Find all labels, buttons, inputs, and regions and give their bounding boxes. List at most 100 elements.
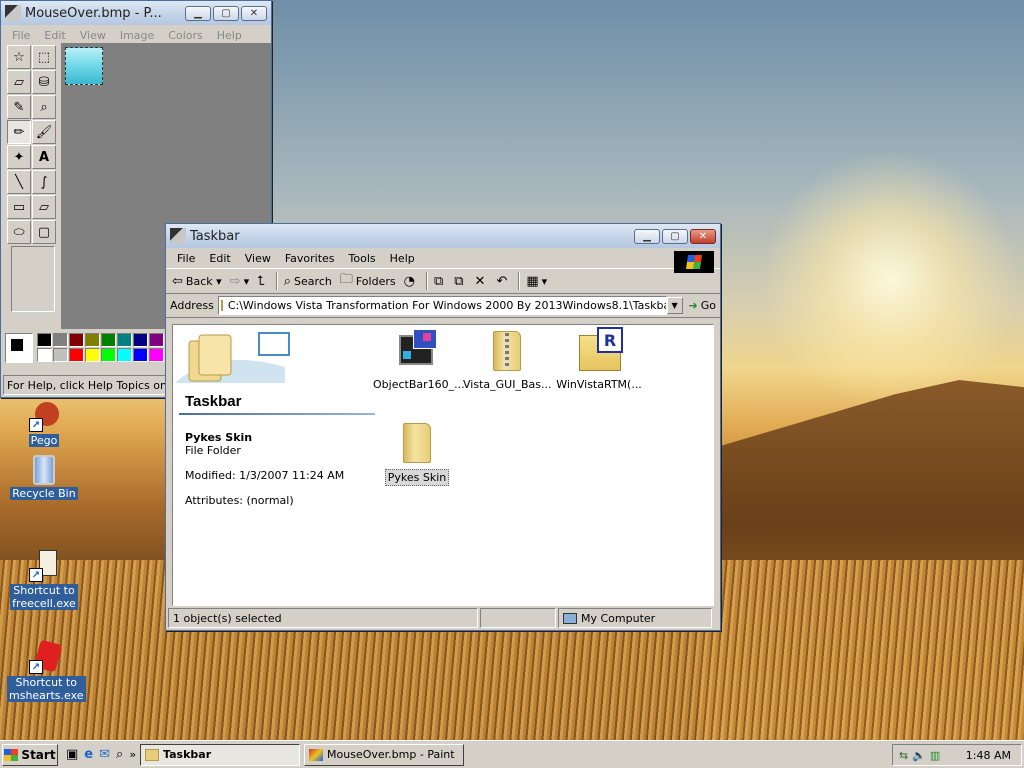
minimize-button[interactable]: ▁	[634, 228, 660, 244]
outlook-express-icon[interactable]: ✉	[99, 747, 110, 762]
color-swatch[interactable]	[133, 333, 148, 347]
color-swatch[interactable]	[117, 333, 132, 347]
move-to-button[interactable]: ⧉	[434, 274, 446, 289]
up-folder-button[interactable]: ⮤	[257, 274, 268, 289]
show-desktop-icon[interactable]: ▣	[66, 747, 78, 762]
ellipse-icon[interactable]: ⬭	[7, 220, 31, 244]
color-swatch[interactable]	[37, 348, 52, 362]
maximize-button[interactable]: ▢	[213, 5, 239, 21]
line-icon[interactable]: ╲	[7, 170, 31, 194]
desktop-icon-pego[interactable]: ↗ Pego	[7, 400, 81, 447]
network-icon[interactable]: ⇆	[899, 749, 908, 762]
menu-favorites[interactable]: Favorites	[278, 252, 342, 265]
undo-button[interactable]: ↶	[496, 274, 510, 289]
menu-tools[interactable]: Tools	[342, 252, 383, 265]
close-button[interactable]: ✕	[241, 5, 267, 21]
color-swatch[interactable]	[149, 333, 164, 347]
menu-file[interactable]: File	[5, 29, 37, 42]
task-button-taskbar[interactable]: Taskbar	[140, 743, 301, 766]
paint-titlebar[interactable]: MouseOver.bmp - P... ▁ ▢ ✕	[1, 1, 271, 25]
tray-app-icon[interactable]: ▥	[930, 749, 940, 762]
current-colors[interactable]	[5, 333, 33, 363]
paint-toolbox: ☆ ⬚ ▱ ⛁ ✎ ⌕ ✏ 🖌 ✦ A ╲ ∫ ▭ ⏥ ⬭ ▢	[7, 45, 59, 245]
color-swatch[interactable]	[149, 348, 164, 362]
color-picker-icon[interactable]: ✎	[7, 95, 31, 119]
explorer-quicklaunch-icon[interactable]: ⌕	[116, 747, 123, 762]
menu-view[interactable]: View	[238, 252, 278, 265]
curve-icon[interactable]: ∫	[32, 170, 56, 194]
color-swatch[interactable]	[85, 348, 100, 362]
airbrush-icon[interactable]: ✦	[7, 145, 31, 169]
file-item-vista-gui[interactable]: Vista_GUI_Bas...	[461, 327, 553, 392]
system-tray: ⇆ 🔈 ▥ 1:48 AM	[892, 744, 1022, 766]
magnifier-icon[interactable]: ⌕	[32, 95, 56, 119]
start-button[interactable]: Start	[2, 743, 58, 766]
minimize-button[interactable]: ▁	[185, 5, 211, 21]
internet-explorer-icon[interactable]: e	[84, 747, 93, 762]
desktop-icon-mshearts-shortcut[interactable]: ↗ Shortcut to mshearts.exe	[7, 639, 86, 702]
text-icon[interactable]: A	[32, 145, 56, 169]
volume-icon[interactable]: 🔈	[912, 749, 926, 762]
quicklaunch-more-icon[interactable]: »	[129, 748, 136, 761]
taskbar: Start ▣ e ✉ ⌕ » Taskbar MouseOver.bmp - …	[0, 740, 1024, 768]
desktop-icon-freecell-shortcut[interactable]: ↗ Shortcut to freecell.exe	[7, 550, 81, 610]
file-item-label: Vista_GUI_Bas...	[463, 378, 552, 391]
back-button[interactable]: ⇦ Back ▾	[172, 274, 222, 289]
folder-content-pane[interactable]: Taskbar Pykes Skin File Folder Modified:…	[172, 324, 714, 606]
color-swatch[interactable]	[133, 348, 148, 362]
rectangle-icon[interactable]: ▭	[7, 195, 31, 219]
brush-icon[interactable]: 🖌	[32, 120, 56, 144]
maximize-button[interactable]: ▢	[662, 228, 688, 244]
go-button[interactable]: ➜ Go	[689, 299, 716, 312]
file-item-winvistartm[interactable]: R WinVistaRTM(...	[553, 327, 645, 392]
color-swatch[interactable]	[85, 333, 100, 347]
copy-to-button[interactable]: ⧉	[454, 274, 466, 289]
windows-logo-icon	[674, 251, 714, 273]
color-swatch[interactable]	[101, 348, 116, 362]
tool-options-box[interactable]	[11, 246, 55, 312]
rect-select-icon[interactable]: ⬚	[32, 45, 56, 69]
forward-button[interactable]: ⇨ ▾	[230, 274, 249, 289]
explorer-titlebar[interactable]: Taskbar ▁ ▢ ✕	[166, 224, 720, 248]
menu-edit[interactable]: Edit	[37, 29, 72, 42]
eraser-icon[interactable]: ▱	[7, 70, 31, 94]
paint-image[interactable]	[65, 47, 103, 85]
folders-button[interactable]: 🗀 Folders	[340, 270, 396, 292]
menu-edit[interactable]: Edit	[202, 252, 237, 265]
color-swatch[interactable]	[69, 348, 84, 362]
color-swatch[interactable]	[101, 333, 116, 347]
menu-file[interactable]: File	[170, 252, 202, 265]
task-button-paint[interactable]: MouseOver.bmp - Paint	[304, 743, 465, 766]
free-select-icon[interactable]: ☆	[7, 45, 31, 69]
wallpaper-sun	[760, 150, 1020, 410]
address-dropdown-button[interactable]: ▼	[666, 297, 683, 314]
menu-help[interactable]: Help	[210, 29, 249, 42]
color-swatch[interactable]	[117, 348, 132, 362]
my-computer-icon	[563, 612, 577, 624]
color-swatch[interactable]	[37, 333, 52, 347]
desktop-icon-recycle-bin[interactable]: Recycle Bin	[7, 453, 81, 500]
polygon-icon[interactable]: ⏥	[32, 195, 56, 219]
up-folder-icon: ⮤	[257, 273, 265, 289]
menu-help[interactable]: Help	[383, 252, 422, 265]
rounded-rect-icon[interactable]: ▢	[32, 220, 56, 244]
delete-button[interactable]: ✕	[475, 274, 489, 289]
views-button[interactable]: ▦ ▾	[526, 274, 547, 289]
color-swatch[interactable]	[53, 348, 68, 362]
clock[interactable]: 1:48 AM	[966, 749, 1011, 762]
menu-view[interactable]: View	[73, 29, 113, 42]
file-item-objectbar[interactable]: ObjectBar160_...	[371, 327, 465, 392]
file-item-pykes-skin[interactable]: Pykes Skin	[371, 419, 463, 486]
search-button[interactable]: ⌕ Search	[284, 274, 332, 289]
color-swatch[interactable]	[69, 333, 84, 347]
desktop-icon-label: Recycle Bin	[10, 487, 78, 500]
menu-image[interactable]: Image	[113, 29, 161, 42]
pego-icon: ↗	[27, 400, 61, 432]
color-swatch[interactable]	[53, 333, 68, 347]
fill-bucket-icon[interactable]: ⛁	[32, 70, 56, 94]
history-button[interactable]: ◔	[404, 274, 418, 289]
pencil-icon[interactable]: ✏	[7, 120, 31, 144]
address-input[interactable]: C:\Windows Vista Transformation For Wind…	[217, 296, 667, 315]
close-button[interactable]: ✕	[690, 228, 716, 244]
menu-colors[interactable]: Colors	[161, 29, 209, 42]
